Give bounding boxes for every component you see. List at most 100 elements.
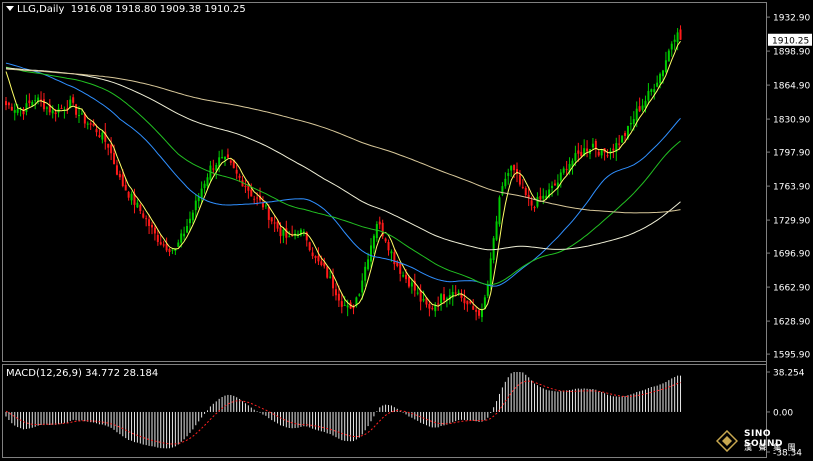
- candle: [115, 159, 118, 176]
- candle: [194, 194, 197, 218]
- candle: [200, 181, 203, 204]
- moving-average-line: [5, 40, 681, 311]
- current-price-tag: 1910.25: [768, 33, 812, 46]
- candle: [638, 97, 641, 113]
- macd-signal: [5, 380, 681, 445]
- logo-name-cn: 漢 聲 集 團: [744, 443, 798, 452]
- candle: [253, 195, 256, 204]
- candle: [89, 121, 92, 130]
- candle: [244, 179, 247, 194]
- candle: [250, 183, 253, 197]
- candle: [329, 270, 332, 279]
- candle: [308, 241, 311, 252]
- macd-signal-line: [5, 380, 681, 445]
- candle: [372, 233, 375, 255]
- candle: [615, 137, 618, 161]
- candle: [384, 237, 387, 243]
- candle: [673, 34, 676, 51]
- candle: [460, 289, 463, 302]
- candle: [191, 209, 194, 224]
- candle: [22, 107, 25, 120]
- candle: [629, 116, 632, 131]
- candle: [440, 292, 443, 311]
- candle: [475, 307, 478, 321]
- candle: [431, 305, 434, 311]
- candle: [387, 239, 390, 256]
- candle: [445, 296, 448, 308]
- candle: [597, 149, 600, 157]
- candle: [647, 83, 650, 105]
- candle: [402, 271, 405, 278]
- candle: [504, 172, 507, 189]
- candle: [437, 296, 440, 311]
- candle: [34, 94, 37, 110]
- candle: [556, 174, 559, 196]
- candle: [480, 303, 483, 322]
- candle: [229, 158, 232, 166]
- candle: [393, 248, 396, 271]
- candle: [486, 280, 489, 298]
- price-tick-label: 1628.90: [773, 318, 810, 328]
- candle: [501, 182, 504, 197]
- price-tick-label: 1864.90: [773, 82, 810, 92]
- candle: [524, 186, 527, 198]
- trading-chart[interactable]: 1932.90 1898.90 1864.90 1830.90 1797.90 1763.…: [0, 0, 813, 461]
- logo-diamond-icon: [716, 430, 738, 452]
- candle: [396, 259, 399, 268]
- candle: [270, 217, 273, 225]
- candle: [153, 225, 156, 241]
- candle: [533, 205, 536, 212]
- price-tick-label: 1830.90: [773, 116, 810, 126]
- candle: [63, 106, 66, 119]
- price-tick-label: 1696.90: [773, 250, 810, 260]
- candle: [28, 93, 31, 107]
- price-tick-label: 1797.90: [773, 149, 810, 159]
- macd-tick-label: 38.254: [773, 369, 805, 379]
- candle: [148, 214, 151, 234]
- candle: [463, 289, 466, 310]
- candle: [539, 187, 542, 201]
- candle: [670, 41, 673, 57]
- candle: [130, 191, 133, 205]
- candle: [151, 221, 153, 235]
- candle: [364, 261, 367, 287]
- candle: [478, 309, 481, 319]
- candle: [7, 101, 10, 109]
- candle: [13, 103, 16, 121]
- candle: [679, 25, 682, 40]
- candle: [156, 229, 159, 246]
- candle: [311, 247, 314, 260]
- candle: [664, 51, 667, 74]
- candle: [299, 228, 302, 237]
- candle: [25, 94, 28, 116]
- candle: [226, 148, 229, 158]
- price-tick-label: 1729.90: [773, 217, 810, 227]
- candle: [495, 215, 498, 241]
- candle: [241, 175, 244, 187]
- candle: [553, 179, 556, 186]
- candle: [367, 252, 370, 271]
- candle: [142, 210, 145, 219]
- candle: [235, 164, 238, 180]
- candle: [136, 199, 139, 209]
- candle: [110, 137, 113, 161]
- price-tick-label: 1662.90: [773, 284, 810, 294]
- candle: [86, 121, 89, 130]
- candle: [72, 94, 75, 106]
- macd-histogram: [5, 372, 682, 449]
- candle: [314, 255, 317, 264]
- candle: [326, 265, 329, 279]
- candle: [370, 238, 372, 268]
- candle: [498, 195, 501, 227]
- candle: [586, 140, 589, 158]
- candle: [419, 284, 422, 311]
- candle: [466, 300, 469, 312]
- candle: [75, 103, 78, 118]
- chart-header: LLG,Daily 1916.08 1918.80 1909.38 1910.2…: [6, 4, 246, 15]
- candle: [510, 164, 513, 177]
- moving-average-line: [5, 62, 681, 287]
- candle: [203, 180, 206, 194]
- candle: [609, 147, 612, 160]
- dropdown-triangle-icon[interactable]: [6, 6, 14, 11]
- candle: [358, 293, 361, 297]
